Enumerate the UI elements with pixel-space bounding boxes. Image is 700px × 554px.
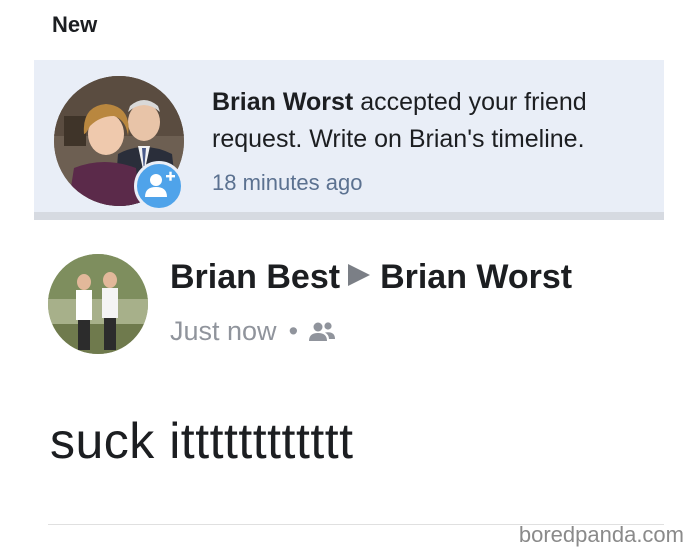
post-author-line: Brian Best Brian Worst xyxy=(170,258,572,297)
actor-name[interactable]: Brian Worst xyxy=(212,88,353,116)
author-photo xyxy=(48,254,148,354)
friends-icon[interactable] xyxy=(308,320,336,351)
post-text: suck itttttttttttt xyxy=(50,413,354,469)
add-friend-icon xyxy=(145,171,175,197)
feed-screen: New Brian Worst accepted your friend req… xyxy=(0,0,700,554)
post-author-name[interactable]: Brian Best xyxy=(170,258,340,296)
friend-accept-notification[interactable]: Brian Worst accepted your friend request… xyxy=(34,60,664,212)
arrow-right-icon xyxy=(348,264,371,286)
section-title: New xyxy=(52,12,98,37)
post-timestamp[interactable]: Just now xyxy=(170,316,277,346)
author-avatar[interactable] xyxy=(48,254,148,354)
post-meta: Just now • xyxy=(170,316,336,351)
watermark: boredpanda.com xyxy=(518,522,684,547)
notification-message: Brian Worst accepted your friend request… xyxy=(212,84,652,158)
meta-separator: • xyxy=(288,316,299,346)
notification-timestamp: 18 minutes ago xyxy=(212,170,363,195)
add-friend-badge xyxy=(134,161,184,211)
post-target-name[interactable]: Brian Worst xyxy=(380,258,572,296)
notification-divider xyxy=(34,212,664,220)
